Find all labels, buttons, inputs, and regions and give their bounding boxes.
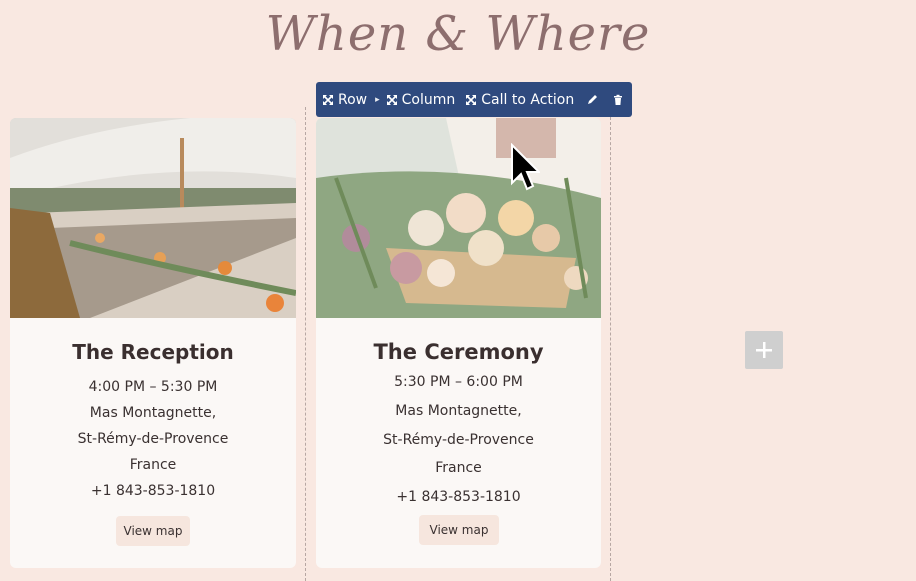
editor-toolbar: Row ▸ Column Call to Action xyxy=(316,82,632,117)
row-select-button[interactable]: Row xyxy=(322,92,367,108)
column-label: Column xyxy=(401,91,456,108)
ceremony-photo xyxy=(316,118,601,318)
reception-card[interactable]: The Reception 4:00 PM – 5:30 PM Mas Mont… xyxy=(10,118,296,568)
ceremony-card[interactable]: The Ceremony 5:30 PM – 6:00 PM Mas Monta… xyxy=(316,118,601,568)
view-map-button[interactable]: View map xyxy=(419,515,499,545)
card-venue: Mas Montagnette, xyxy=(395,403,522,419)
card-city: St-Rémy-de-Provence xyxy=(383,432,534,448)
move-icon xyxy=(386,94,397,105)
mouse-cursor-icon xyxy=(511,143,540,191)
cta-label: Call to Action xyxy=(481,91,575,108)
card-time: 4:00 PM – 5:30 PM xyxy=(88,379,218,395)
trash-icon[interactable] xyxy=(612,94,624,106)
row-label: Row xyxy=(338,91,368,108)
add-column-button[interactable] xyxy=(745,331,783,369)
reception-photo xyxy=(10,118,296,318)
card-country: France xyxy=(435,460,482,476)
card-time: 5:30 PM – 6:00 PM xyxy=(394,374,523,390)
view-map-button[interactable]: View map xyxy=(116,516,190,546)
card-city: St-Rémy-de-Provence xyxy=(77,431,229,447)
move-icon xyxy=(466,94,477,105)
cta-select-button[interactable]: Call to Action xyxy=(465,92,574,108)
card-venue: Mas Montagnette, xyxy=(89,405,217,421)
pencil-icon[interactable] xyxy=(586,94,598,106)
page-title: When & Where xyxy=(265,6,651,62)
plus-icon xyxy=(756,342,772,358)
card-country: France xyxy=(129,457,177,473)
chevron-right-icon: ▸ xyxy=(375,94,380,105)
card-phone: +1 843-853-1810 xyxy=(396,489,521,505)
card-phone: +1 843-853-1810 xyxy=(90,483,216,499)
card-title: The Reception xyxy=(72,340,234,364)
card-title: The Ceremony xyxy=(373,340,544,364)
column-select-button[interactable]: Column xyxy=(386,91,456,108)
move-icon xyxy=(323,94,333,105)
